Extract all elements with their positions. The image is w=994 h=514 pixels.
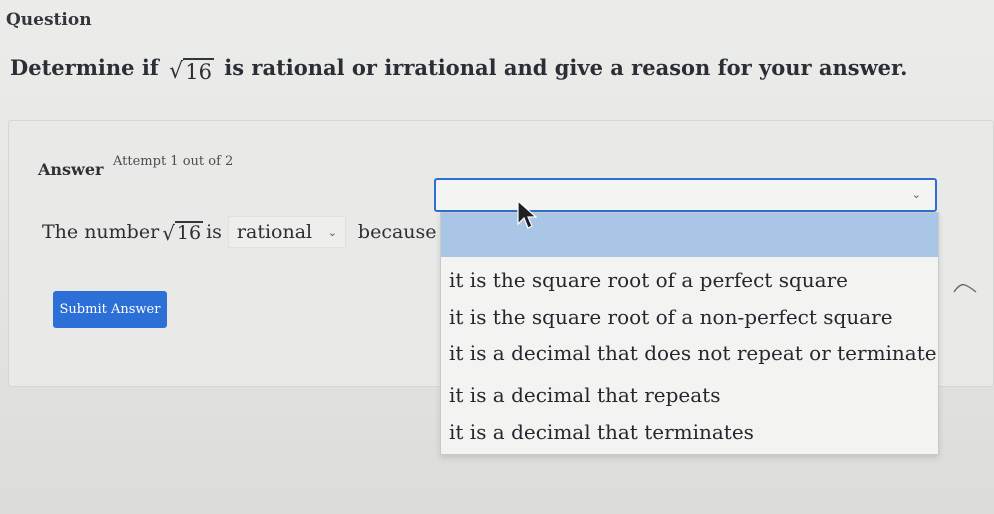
- dropdown-option[interactable]: it is a decimal that repeats: [449, 383, 720, 407]
- question-prompt-suffix: is rational or irrational and give a rea…: [224, 55, 908, 80]
- chevron-down-icon: ⌄: [327, 225, 337, 239]
- submit-answer-button[interactable]: Submit Answer: [53, 291, 167, 328]
- dropdown-option[interactable]: it is a decimal that terminates: [449, 420, 754, 444]
- sqrt-sign-icon: √: [162, 220, 175, 245]
- sentence-is: is: [206, 221, 222, 243]
- reason-dropdown-list: it is the square root of a perfect squar…: [440, 212, 939, 455]
- dropdown-option[interactable]: it is a decimal that does not repeat or …: [449, 341, 937, 365]
- sqrt-expression: √ 16: [162, 220, 204, 245]
- sqrt-radicand: 16: [174, 220, 204, 244]
- chevron-down-icon: ⌄: [911, 188, 921, 201]
- dropdown-option[interactable]: it is the square root of a perfect squar…: [449, 268, 848, 292]
- mouse-pointer-icon: [517, 200, 537, 229]
- answer-label: Answer: [38, 160, 104, 179]
- dropdown-option[interactable]: it is the square root of a non-perfect s…: [449, 305, 893, 329]
- question-prompt: Determine if √ 16 is rational or irration…: [10, 55, 907, 83]
- dropdown-highlight-row[interactable]: [441, 213, 938, 257]
- sqrt-radicand: 16: [183, 58, 214, 84]
- sqrt-sign-icon: √: [169, 59, 184, 84]
- because-label: because: [357, 221, 437, 243]
- sqrt-expression: √ 16: [169, 58, 214, 83]
- rationality-select-value: rational: [236, 221, 313, 243]
- answer-sentence: The number √ 16 is rational ⌄ because: [42, 216, 437, 248]
- question-prompt-prefix: Determine if: [10, 55, 159, 80]
- side-mark-icon: [953, 283, 977, 293]
- sentence-start: The number: [42, 221, 160, 243]
- reason-select[interactable]: ⌄: [434, 178, 937, 212]
- rationality-select[interactable]: rational ⌄: [227, 216, 346, 248]
- attempt-counter: Attempt 1 out of 2: [113, 154, 234, 169]
- question-section-label: Question: [6, 10, 92, 30]
